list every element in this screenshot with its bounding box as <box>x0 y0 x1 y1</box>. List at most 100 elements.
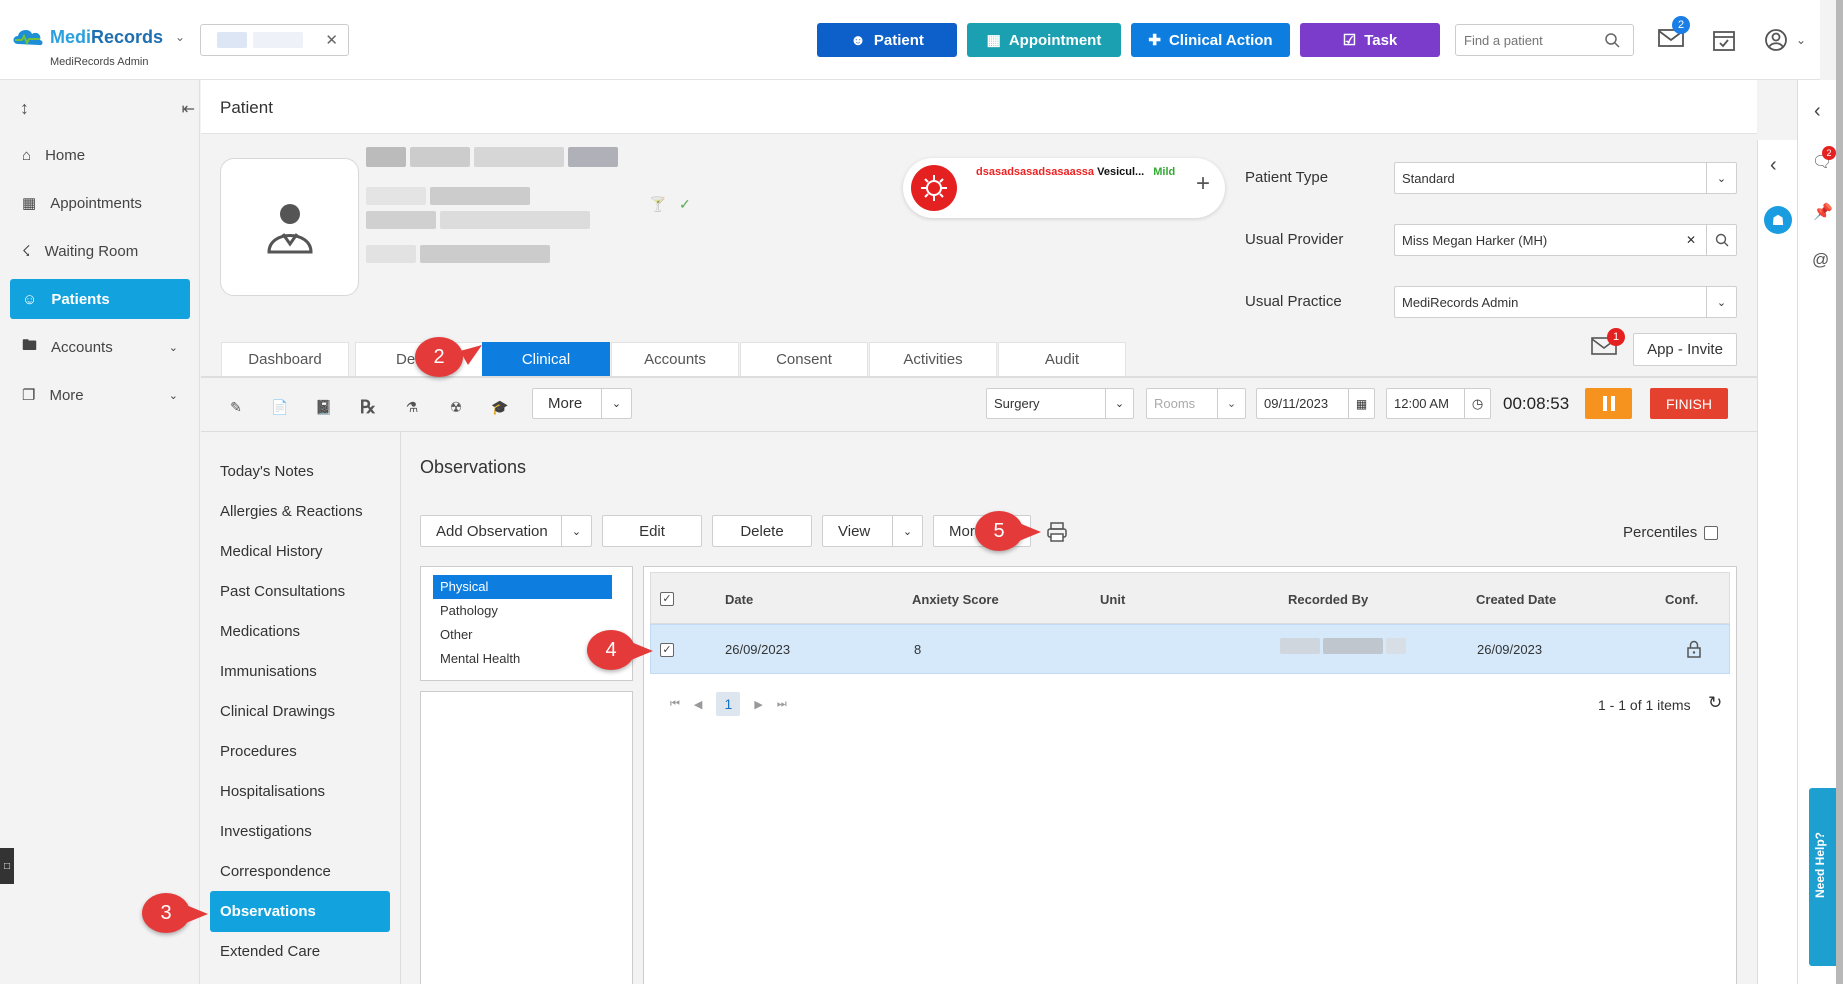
menu-correspondence[interactable]: Correspondence <box>220 863 331 880</box>
column-conf[interactable]: Conf. <box>1665 592 1698 607</box>
menu-todays-notes[interactable]: Today's Notes <box>220 463 314 480</box>
time-picker[interactable]: 12:00 AM ◷ <box>1386 388 1491 419</box>
prev-page-icon[interactable]: ◀ <box>694 698 702 711</box>
menu-allergies[interactable]: Allergies & Reactions <box>220 503 363 520</box>
menu-medications[interactable]: Medications <box>220 623 300 640</box>
category-item-physical[interactable]: Physical <box>433 575 612 599</box>
practice-selector[interactable]: ✕ <box>200 24 349 56</box>
usual-provider-field[interactable]: Miss Megan Harker (MH) ✕ <box>1394 224 1737 256</box>
menu-past-consultations[interactable]: Past Consultations <box>220 583 345 600</box>
toolbar-more-button[interactable]: More ⌄ <box>532 388 632 419</box>
location-select[interactable]: Surgery ⌄ <box>986 388 1134 419</box>
chat-button[interactable]: 🗨 2 <box>1812 146 1836 172</box>
sidebar-item-appointments[interactable]: ▦ Appointments <box>10 183 190 223</box>
alcohol-icon[interactable]: 🍸 <box>649 196 666 213</box>
category-item-other[interactable]: Other <box>433 623 612 647</box>
refresh-icon[interactable]: ↻ <box>1708 693 1722 713</box>
tab-clinical[interactable]: Clinical <box>482 342 610 376</box>
menu-procedures[interactable]: Procedures <box>220 743 297 760</box>
last-page-icon[interactable]: ⏭ <box>777 698 787 711</box>
lock-icon[interactable] <box>1686 640 1702 658</box>
tab-audit[interactable]: Audit <box>998 342 1126 376</box>
usual-practice-select[interactable]: MediRecords Admin ⌄ <box>1394 286 1737 318</box>
menu-hospitalisations[interactable]: Hospitalisations <box>220 783 325 800</box>
sidebar-item-waiting-room[interactable]: ☇ Waiting Room <box>10 231 190 271</box>
tab-dashboard[interactable]: Dashboard <box>221 342 349 376</box>
search-icon[interactable] <box>1604 32 1620 48</box>
page-number[interactable]: 1 <box>716 692 741 716</box>
edit-button[interactable]: Edit <box>602 515 702 547</box>
menu-medical-history[interactable]: Medical History <box>220 543 323 560</box>
chevron-down-icon[interactable]: ⌄ <box>175 30 185 44</box>
chevron-left-icon[interactable]: ‹ <box>1814 100 1821 123</box>
clock-icon[interactable]: ◷ <box>1464 389 1490 418</box>
column-created-date[interactable]: Created Date <box>1476 592 1556 607</box>
allergy-alert[interactable]: dsasadsasadsasaassa Vesicul... Mild + <box>903 158 1225 218</box>
radiation-icon[interactable]: ☢ <box>442 393 470 421</box>
app-logo[interactable]: MediRecords ⌄ <box>12 26 185 48</box>
messages-button[interactable]: 2 <box>1658 16 1690 51</box>
category-item-mental-health[interactable]: Mental Health <box>433 647 612 670</box>
sidebar-item-accounts[interactable]: 🖿 Accounts ⌄ <box>10 327 190 367</box>
chevron-left-icon[interactable]: ‹ <box>1770 154 1777 177</box>
pin-icon[interactable]: 📌 <box>1813 202 1833 222</box>
education-icon[interactable]: 🎓 <box>486 393 514 421</box>
window-scrollbar[interactable] <box>1836 0 1843 984</box>
lab-flask-icon[interactable]: ⚗ <box>398 393 426 421</box>
mention-icon[interactable]: @ <box>1812 250 1829 270</box>
menu-observations[interactable]: Observations <box>210 891 390 932</box>
add-icon[interactable]: + <box>1196 170 1210 198</box>
tab-accounts[interactable]: Accounts <box>611 342 739 376</box>
print-icon[interactable] <box>1046 521 1068 543</box>
patient-type-select[interactable]: Standard ⌄ <box>1394 162 1737 194</box>
table-row[interactable] <box>650 624 1730 674</box>
row-checkbox[interactable]: ✓ <box>660 643 674 657</box>
tab-consent[interactable]: Consent <box>740 342 868 376</box>
patient-search[interactable] <box>1455 24 1634 56</box>
calendar-icon[interactable]: ▦ <box>1348 389 1374 418</box>
tab-activities[interactable]: Activities <box>869 342 997 376</box>
expand-vertical-icon[interactable]: ↕ <box>20 98 29 119</box>
chevron-down-icon[interactable]: ⌄ <box>561 516 591 546</box>
new-appointment-button[interactable]: ▦ Appointment <box>967 23 1121 57</box>
sidebar-item-patients[interactable]: ☺ Patients <box>10 279 190 319</box>
tag-icon[interactable]: ☗ <box>1764 206 1792 234</box>
clinical-action-button[interactable]: ✚ Clinical Action <box>1131 23 1290 57</box>
new-patient-button[interactable]: ☻ Patient <box>817 23 957 57</box>
view-button[interactable]: View ⌄ <box>822 515 923 547</box>
menu-immunisations[interactable]: Immunisations <box>220 663 317 680</box>
user-menu[interactable]: ⌄ <box>1764 28 1806 52</box>
percentiles-checkbox[interactable] <box>1704 526 1718 540</box>
document-icon[interactable]: 📄 <box>266 393 294 421</box>
new-task-button[interactable]: ☑ Task <box>1300 23 1440 57</box>
select-all-checkbox[interactable]: ✓ <box>660 592 674 606</box>
calendar-check-icon[interactable] <box>1712 28 1736 52</box>
rooms-select[interactable]: Rooms ⌄ <box>1146 388 1246 419</box>
notes-edit-icon[interactable]: ✎ <box>222 393 250 421</box>
chevron-down-icon[interactable]: ⌄ <box>892 516 922 546</box>
prescription-icon[interactable]: ℞ <box>354 393 382 421</box>
menu-clinical-drawings[interactable]: Clinical Drawings <box>220 703 335 720</box>
first-page-icon[interactable]: ⏮ <box>670 698 680 711</box>
finish-button[interactable]: FINISH <box>1650 388 1728 419</box>
sidebar-item-home[interactable]: ⌂ Home <box>10 135 190 175</box>
pause-button[interactable] <box>1585 388 1632 419</box>
floating-widget-icon[interactable]: □ <box>0 848 14 884</box>
next-page-icon[interactable]: ▶ <box>754 698 762 711</box>
app-invite-button[interactable]: App - Invite <box>1633 333 1737 366</box>
category-item-pathology[interactable]: Pathology <box>433 599 612 623</box>
search-icon[interactable] <box>1706 225 1736 255</box>
menu-extended-care[interactable]: Extended Care <box>220 943 320 960</box>
column-date[interactable]: Date <box>725 592 753 607</box>
add-observation-button[interactable]: Add Observation ⌄ <box>420 515 592 547</box>
smoking-icon[interactable]: ✓ <box>679 196 691 213</box>
column-anxiety-score[interactable]: Anxiety Score <box>912 592 999 607</box>
need-help-tab[interactable]: Need Help? <box>1809 788 1839 966</box>
delete-button[interactable]: Delete <box>712 515 812 547</box>
chart-book-icon[interactable]: 📓 <box>310 393 338 421</box>
sidebar-item-more[interactable]: ❐ More ⌄ <box>10 375 190 415</box>
collapse-sidebar-icon[interactable]: ⇤ <box>182 99 195 119</box>
app-invite-mail[interactable]: 1 <box>1591 328 1625 359</box>
date-picker[interactable]: 09/11/2023 ▦ <box>1256 388 1375 419</box>
clear-icon[interactable]: ✕ <box>1686 233 1696 247</box>
